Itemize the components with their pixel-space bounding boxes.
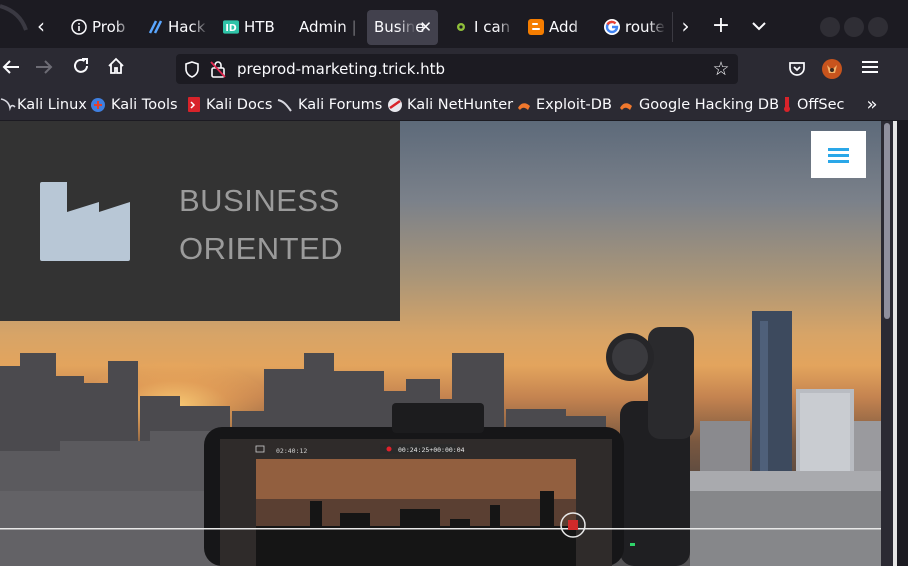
new-tab-button[interactable]: + (708, 12, 734, 42)
blogger-icon (528, 19, 544, 35)
hackthebox-slash-icon (147, 19, 163, 35)
bookmark-kali-docs[interactable]: Kali Docs (186, 90, 272, 120)
reload-icon (74, 58, 88, 73)
bug-icon (453, 19, 469, 35)
tab-add[interactable]: Add (520, 10, 590, 45)
tab-strip: ‹ Prob Hack ID HTB Admin | Busine ✕ I ca… (0, 0, 908, 48)
page-scrollbar[interactable] (881, 121, 893, 566)
bookmark-label: Exploit-DB (536, 97, 612, 113)
ghdb-icon (620, 103, 632, 110)
arrow-right-icon (36, 60, 53, 74)
bookmark-exploit-db[interactable]: Exploit-DB (516, 90, 612, 120)
brand-panel: BUSINESS ORIENTED (0, 121, 400, 321)
bookmark-kali-linux[interactable]: Kali Linux (0, 90, 87, 120)
extension-fox-icon[interactable] (822, 59, 842, 79)
id-badge-icon: ID (223, 19, 239, 35)
tab-route[interactable]: route (596, 10, 666, 45)
site-menu-button[interactable] (811, 131, 866, 178)
info-icon (71, 19, 87, 35)
bookmark-label: OffSec (797, 97, 845, 113)
hamburger-bar (828, 154, 849, 157)
factory-icon (40, 182, 130, 261)
kali-tools-icon (91, 98, 105, 112)
close-tab-icon[interactable]: ✕ (419, 10, 432, 45)
brand-line-2: ORIENTED (179, 231, 344, 266)
home-icon (108, 57, 124, 74)
tab-admin[interactable]: Admin | (291, 10, 361, 45)
close-window-button[interactable] (868, 17, 888, 37)
navigation-toolbar: preprod-marketing.trick.htb ☆ (0, 48, 908, 90)
bookmark-label: Kali Tools (111, 97, 178, 113)
bookmark-label: Kali Forums (298, 97, 383, 113)
bookmark-label: Google Hacking DB (639, 97, 780, 113)
kali-forums-icon (277, 99, 292, 112)
tab-business[interactable]: Busine ✕ (367, 10, 438, 45)
chevron-down-icon (752, 22, 766, 31)
hamburger-menu-icon[interactable] (860, 57, 880, 81)
tab-scroll-right-button[interactable]: › (672, 12, 698, 42)
maximize-window-button[interactable] (844, 17, 864, 37)
bookmark-offsec[interactable]: OffSec (779, 90, 849, 120)
bookmark-kali-forums[interactable]: Kali Forums (277, 90, 382, 120)
insecure-lock-icon[interactable] (210, 60, 226, 78)
bookmark-kali-tools[interactable]: Kali Tools (90, 90, 178, 120)
bookmark-kali-nethunter[interactable]: Kali NetHunter (387, 90, 513, 120)
brand-line-1: BUSINESS (179, 183, 340, 218)
bookmark-label: Kali NetHunter (407, 97, 514, 113)
pocket-icon[interactable] (788, 60, 806, 78)
svg-text:ID: ID (225, 23, 236, 34)
google-icon (604, 19, 620, 35)
bookmark-google-hacking-db[interactable]: Google Hacking DB (618, 90, 779, 120)
tab-htb[interactable]: ID HTB (215, 10, 285, 45)
brand-name: BUSINESS ORIENTED (179, 177, 343, 273)
exploit-db-icon (518, 103, 530, 110)
offsec-icon (784, 97, 790, 112)
address-bar[interactable]: preprod-marketing.trick.htb ☆ (176, 54, 738, 84)
tab-prob[interactable]: Prob (63, 10, 133, 45)
tracking-protection-shield-icon[interactable] (184, 61, 200, 78)
phone-recording-timer: 00:24:25+00:00:04 (398, 446, 465, 454)
kali-dragon-icon (0, 98, 16, 112)
back-button[interactable] (0, 56, 24, 82)
list-all-tabs-button[interactable] (746, 12, 772, 42)
hamburger-bar (828, 148, 849, 151)
kali-docs-icon (188, 97, 200, 112)
reload-button[interactable] (68, 56, 94, 82)
hamburger-bar (828, 160, 849, 163)
tab-title: HTB (244, 18, 275, 36)
bookmark-label: Kali Linux (17, 97, 87, 113)
more-bookmarks-chevron-icon[interactable]: » (862, 90, 882, 120)
arrow-left-icon (2, 60, 19, 74)
forward-button[interactable] (31, 56, 57, 82)
bookmarks-toolbar: Kali Linux Kali Tools Kali Docs Kali For… (0, 90, 908, 120)
url-text: preprod-marketing.trick.htb (237, 60, 446, 78)
home-button[interactable] (103, 56, 129, 82)
bookmark-star-icon[interactable]: ☆ (710, 58, 732, 80)
tab-scroll-left-button[interactable]: ‹ (28, 12, 54, 42)
minimize-window-button[interactable] (820, 17, 840, 37)
window-edge (893, 121, 908, 566)
phone-clock: 02:40:12 (276, 447, 307, 455)
tab-hack[interactable]: Hack (139, 10, 209, 45)
scrollbar-thumb[interactable] (884, 123, 890, 319)
bookmark-label: Kali Docs (206, 97, 273, 113)
nethunter-icon (388, 98, 402, 112)
web-page-viewport: 00:24:25+00:00:04 02:40:12 BUSINESS ORIE… (0, 121, 881, 566)
tab-i-can[interactable]: I can (445, 10, 515, 45)
